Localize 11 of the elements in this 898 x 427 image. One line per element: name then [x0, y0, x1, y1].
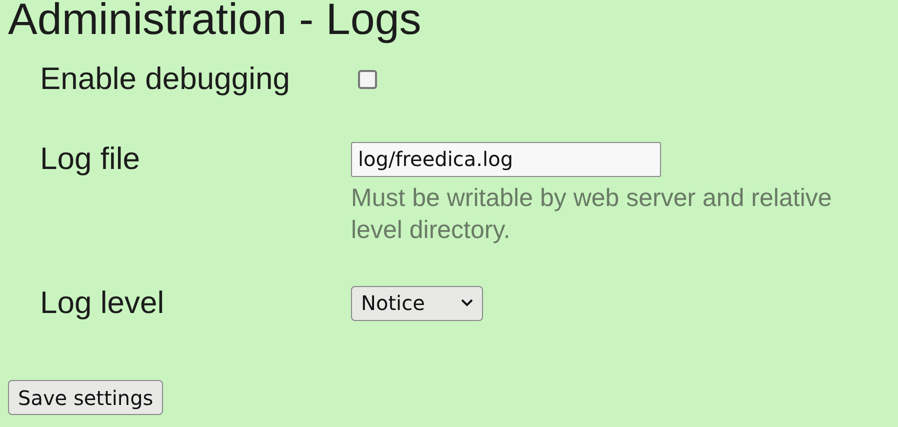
checkbox[interactable] — [358, 70, 377, 88]
setting-label: Enable debugging — [40, 60, 290, 98]
save-settings-button[interactable]: Save settings — [8, 380, 164, 415]
page-title: Administration - Logs — [8, 0, 422, 46]
chevron-down-icon — [461, 299, 473, 307]
hint-text: level directory. — [351, 215, 512, 246]
setting-label: Log file — [40, 140, 140, 178]
hint-text: Must be writable by web server and relative — [351, 183, 832, 214]
log-file-field[interactable]: log/freedica.log — [351, 142, 661, 176]
setting-label: Log level — [40, 284, 164, 322]
log-level-select[interactable]: Notice — [351, 286, 483, 320]
